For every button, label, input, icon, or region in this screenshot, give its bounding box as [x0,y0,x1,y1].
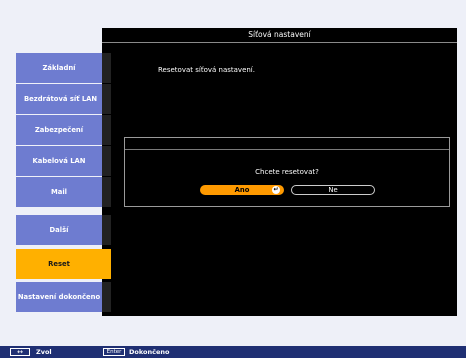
no-button-label: Ne [328,186,338,194]
menu-connector [102,146,111,176]
menu-item-label: Další [49,225,69,234]
menu-item-security[interactable]: Zabezpečení [16,115,111,145]
left-right-arrow-icon: ↔ [10,348,30,356]
enter-icon: ↵ [272,186,280,194]
menu-connector [102,115,111,145]
yes-button-label: Ano [234,186,250,194]
menu-connector [102,249,111,279]
menu-item-label: Zabezpečení [34,125,84,134]
menu-item-label: Reset [48,259,70,268]
no-button[interactable]: Ne [291,185,375,195]
menu-connector [102,84,111,114]
dialog-question: Chcete resetovat? [255,168,319,176]
menu-connector [102,177,111,207]
menu-item-setup-complete[interactable]: Nastavení dokončeno [16,282,111,312]
help-nav-label: Zvol [36,348,52,356]
window-title: Síťová nastavení [102,28,457,43]
menu-connector [102,282,111,312]
menu-item-label: Bezdrátová síť LAN [24,94,98,103]
menu-item-mail[interactable]: Mail [16,177,111,207]
menu-item-label: Nastavení dokončeno [17,292,101,301]
menu-item-label: Základní [42,63,76,72]
menu-item-other[interactable]: Další [16,215,111,245]
dialog-header-bar [125,138,449,150]
menu-item-wireless-lan[interactable]: Bezdrátová síť LAN [16,84,111,114]
yes-button[interactable]: Ano ↵ [200,185,284,195]
menu-connector [102,215,111,245]
reset-description: Resetovat síťová nastavení. [158,66,255,74]
menu-item-label: Kabelová LAN [32,156,86,165]
menu-item-reset[interactable]: Reset [16,249,111,279]
help-enter-label: Dokončeno [129,348,170,356]
help-bar: ↔ Zvol Enter Dokončeno [0,346,466,358]
menu-item-wired-lan[interactable]: Kabelová LAN [16,146,111,176]
menu-connector [102,53,111,83]
menu-item-zakladni[interactable]: Základní [16,53,111,83]
reset-confirm-dialog: Chcete resetovat? Ano ↵ Ne [124,137,450,207]
enter-key-icon: Enter [103,348,125,356]
menu-item-label: Mail [50,187,67,196]
projector-menu-screen: Síťová nastavení Resetovat síťová nastav… [8,28,460,318]
